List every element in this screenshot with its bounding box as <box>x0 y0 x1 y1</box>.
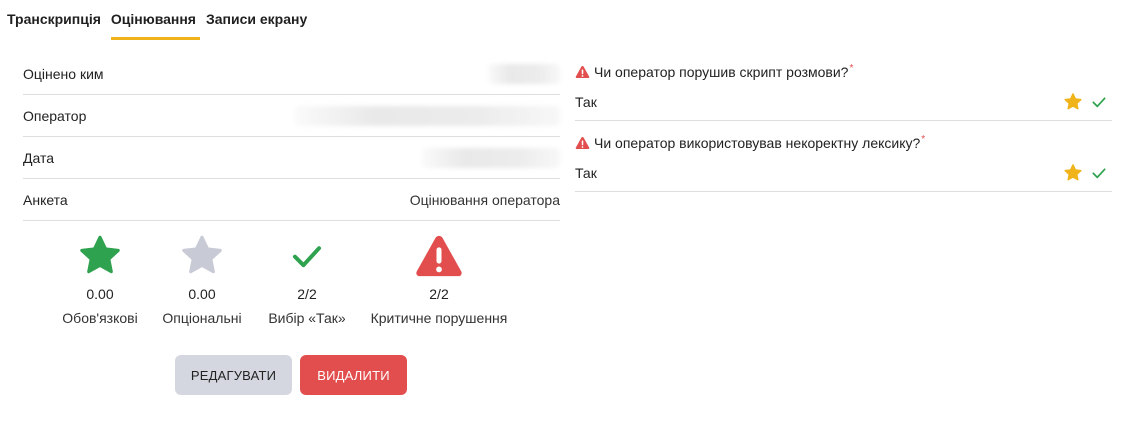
info-row-date: Дата <box>23 138 560 179</box>
warning-icon <box>575 136 590 150</box>
question-text: Чи оператор використовував некоректну ле… <box>594 135 921 151</box>
questionnaire-value: Оцінювання оператора <box>409 192 560 208</box>
question-answer-row: Так <box>575 155 1112 192</box>
info-label: Анкета <box>23 192 68 208</box>
tab-transcription[interactable]: Транскрипція <box>7 0 105 38</box>
stat-value: 2/2 <box>429 286 449 302</box>
stat-mandatory: 0.00 Обов'язкові <box>53 230 147 326</box>
evaluation-stats: 0.00 Обов'язкові 0.00 Опціональні 2/2 Ви… <box>53 230 521 326</box>
answer-text: Так <box>575 165 597 181</box>
answer-icons <box>1063 163 1107 183</box>
redacted-value <box>295 106 560 126</box>
edit-button[interactable]: РЕДАГУВАТИ <box>175 355 292 395</box>
check-icon <box>1091 94 1107 110</box>
redacted-value <box>488 64 560 84</box>
question-item: Чи оператор порушив скрипт розмови? * Та… <box>575 60 1112 121</box>
stat-label: Опціональні <box>162 310 242 326</box>
questions-list: Чи оператор порушив скрипт розмови? * Та… <box>575 60 1112 192</box>
tab-screen-recordings[interactable]: Записи екрану <box>206 0 311 38</box>
question-title: Чи оператор використовував некоректну ле… <box>575 131 1112 155</box>
check-icon <box>290 230 324 282</box>
question-title: Чи оператор порушив скрипт розмови? * <box>575 60 1112 84</box>
evaluation-info: Оцінено ким Оператор Дата Анкета Оцінюва… <box>23 54 560 221</box>
stat-value: 0.00 <box>86 286 114 302</box>
info-row-operator: Оператор <box>23 96 560 137</box>
info-label: Оцінено ким <box>23 66 104 82</box>
tab-evaluation[interactable]: Оцінювання <box>110 0 201 40</box>
star-filled-icon <box>1063 163 1083 183</box>
question-text: Чи оператор порушив скрипт розмови? <box>594 64 849 80</box>
required-mark: * <box>921 133 926 145</box>
answer-text: Так <box>575 94 597 110</box>
question-answer-row: Так <box>575 84 1112 121</box>
stat-label: Обов'язкові <box>62 310 138 326</box>
stat-value: 0.00 <box>188 286 216 302</box>
warning-icon <box>575 65 590 79</box>
redacted-value <box>422 148 560 168</box>
info-row-evaluated-by: Оцінено ким <box>23 54 560 95</box>
answer-icons <box>1063 92 1107 112</box>
info-label: Дата <box>23 150 55 166</box>
stat-critical-violation: 2/2 Критичне порушення <box>357 230 521 326</box>
stat-optional: 0.00 Опціональні <box>147 230 257 326</box>
check-icon <box>1091 165 1107 181</box>
tab-bar: Транскрипція Оцінювання Записи екрану <box>7 0 317 40</box>
question-item: Чи оператор використовував некоректну ле… <box>575 131 1112 192</box>
star-filled-icon <box>1063 92 1083 112</box>
stat-value: 2/2 <box>297 286 317 302</box>
star-filled-icon <box>179 230 225 282</box>
stat-label: Критичне порушення <box>370 310 508 326</box>
warning-icon <box>414 230 464 282</box>
delete-button[interactable]: ВИДАЛИТИ <box>300 355 407 395</box>
required-mark: * <box>849 62 854 74</box>
info-label: Оператор <box>23 108 87 124</box>
info-row-questionnaire: Анкета Оцінювання оператора <box>23 180 560 221</box>
stat-label: Вибір «Так» <box>268 310 346 326</box>
star-filled-icon <box>77 230 123 282</box>
stat-yes-choice: 2/2 Вибір «Так» <box>257 230 357 326</box>
